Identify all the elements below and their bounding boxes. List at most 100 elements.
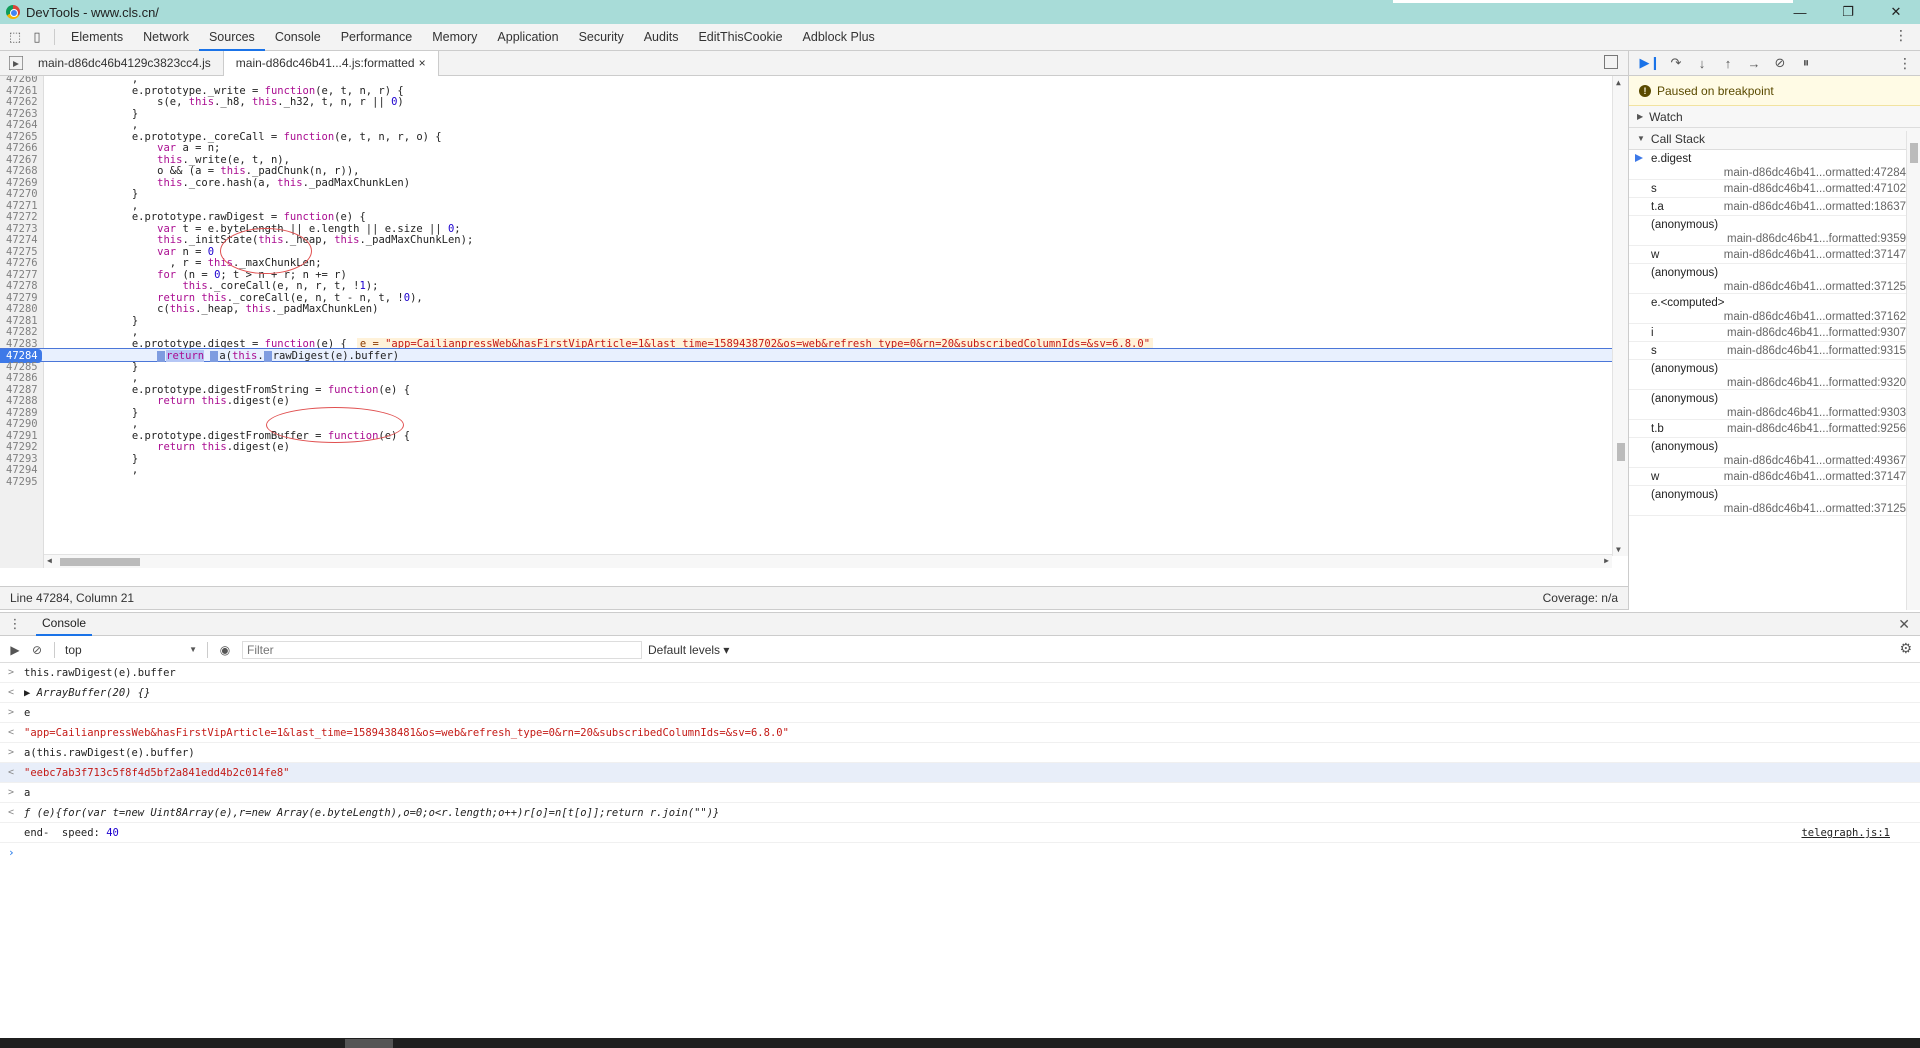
context-selector[interactable]: top ▼ xyxy=(61,641,201,659)
minimize-button[interactable]: — xyxy=(1776,0,1824,24)
editor-vscroll-thumb[interactable] xyxy=(1617,443,1625,461)
console-message-text: this.rawDigest(e).buffer xyxy=(24,667,176,679)
live-expression-eye-icon[interactable]: ◉ xyxy=(214,639,236,661)
scroll-right-icon[interactable]: ▶ xyxy=(1604,556,1609,565)
frame-function-name: e.<computed> xyxy=(1651,297,1725,309)
sidebar-vertical-scrollbar[interactable] xyxy=(1906,131,1920,610)
step-over-icon[interactable]: ↷ xyxy=(1663,52,1689,74)
console-message-text[interactable]: ▶ ArrayBuffer(20) {} xyxy=(24,687,150,699)
call-stack-frame[interactable]: (anonymous) main-d86dc46b41...ormatted:37… xyxy=(1629,486,1920,516)
call-stack-frame[interactable]: t.a main-d86dc46b41...ormatted:18637 xyxy=(1629,198,1920,216)
close-window-button[interactable]: ✕ xyxy=(1872,0,1920,24)
scroll-up-icon[interactable]: ▲ xyxy=(1616,78,1621,87)
file-tab-formatted-label: main-d86dc46b41...4.js:formatted xyxy=(235,55,415,70)
call-stack-frame[interactable]: i main-d86dc46b41...formatted:9307 xyxy=(1629,324,1920,342)
line-number[interactable]: 47295 xyxy=(0,475,40,489)
deactivate-breakpoints-icon[interactable]: ⊘ xyxy=(1767,52,1793,74)
code-editor[interactable]: 47260 , 47261 e.prototype._write = functi… xyxy=(0,76,1628,568)
devtools-main-toolbar: ⬚ ▯ Elements Network Sources Console Perform… xyxy=(0,24,1920,51)
call-stack-frame[interactable]: s main-d86dc46b41...formatted:9315 xyxy=(1629,342,1920,360)
editor-hscroll-thumb[interactable] xyxy=(60,558,140,566)
tab-elements[interactable]: Elements xyxy=(61,24,133,51)
frame-location-link[interactable]: main-d86dc46b41...formatted:9315 xyxy=(1727,345,1906,357)
navigator-toggle-icon[interactable]: ▶ xyxy=(9,56,23,70)
devtools-menu-icon[interactable]: ⋮ xyxy=(1894,27,1908,44)
pause-on-exceptions-icon[interactable]: ⏸ xyxy=(1793,52,1819,74)
file-tab-formatted[interactable]: main-d86dc46b41...4.js:formatted × xyxy=(222,50,439,76)
debugger-sidebar-toggle-icon[interactable] xyxy=(1604,55,1618,69)
frame-location-link[interactable]: main-d86dc46b41...ormatted:37147 xyxy=(1724,249,1906,261)
tab-adblock-plus[interactable]: Adblock Plus xyxy=(793,24,885,51)
step-out-icon[interactable]: ↑ xyxy=(1715,52,1741,74)
console-drawer-tab[interactable]: Console xyxy=(36,612,93,636)
frame-location-link[interactable]: main-d86dc46b41...ormatted:47102 xyxy=(1724,183,1906,195)
output-chevron-icon: < xyxy=(8,687,15,698)
tab-security[interactable]: Security xyxy=(569,24,634,51)
watch-section-header[interactable]: ▶ Watch xyxy=(1629,106,1920,128)
source-location-link[interactable]: telegraph.js:1 xyxy=(1801,823,1890,843)
frame-function-name: (anonymous) xyxy=(1651,363,1719,375)
file-tab-original[interactable]: main-d86dc46b4129c3823cc4.js xyxy=(26,51,223,76)
drawer-menu-icon[interactable]: ⋮ xyxy=(6,616,24,632)
call-stack-frame[interactable]: (anonymous) main-d86dc46b41...formatted:9… xyxy=(1629,360,1920,390)
frame-function-name: (anonymous) xyxy=(1651,489,1719,501)
gear-icon[interactable]: ⚙ xyxy=(1899,640,1912,657)
editor-horizontal-scrollbar[interactable]: ◀ ▶ xyxy=(44,554,1612,568)
step-into-icon[interactable]: ↓ xyxy=(1689,52,1715,74)
console-message-text[interactable]: ƒ (e){for(var t=new Uint8Array(e),r=new … xyxy=(24,807,719,819)
close-tab-icon[interactable]: × xyxy=(419,56,426,70)
context-value: top xyxy=(65,642,82,657)
frame-location-link[interactable]: main-d86dc46b41...ormatted:18637 xyxy=(1724,201,1906,213)
tab-performance[interactable]: Performance xyxy=(331,24,423,51)
log-levels-dropdown[interactable]: Default levels ▾ xyxy=(648,643,729,657)
tab-memory[interactable]: Memory xyxy=(422,24,487,51)
close-drawer-icon[interactable]: ✕ xyxy=(1898,616,1910,633)
frame-location-link[interactable]: main-d86dc46b41...formatted:9359 xyxy=(1727,233,1906,245)
sidebar-menu-icon[interactable]: ⋮ xyxy=(1898,55,1912,72)
device-toolbar-icon[interactable]: ▯ xyxy=(26,26,48,48)
resume-icon[interactable]: ▶❙ xyxy=(1637,52,1663,74)
clear-console-icon[interactable]: ⊘ xyxy=(26,639,48,661)
call-stack-frame[interactable]: (anonymous) main-d86dc46b41...formatted:9… xyxy=(1629,390,1920,420)
call-stack-frame[interactable]: w main-d86dc46b41...ormatted:37147 xyxy=(1629,468,1920,486)
console-message: > e xyxy=(0,703,1920,723)
call-stack-frame[interactable]: e.<computed> main-d86dc46b41...ormatted:3… xyxy=(1629,294,1920,324)
call-stack-frame[interactable]: (anonymous) main-d86dc46b41...ormatted:37… xyxy=(1629,264,1920,294)
inspect-element-icon[interactable]: ⬚ xyxy=(4,26,26,48)
scroll-down-icon[interactable]: ▼ xyxy=(1616,545,1621,554)
console-output[interactable]: > this.rawDigest(e).buffer < ▶ ArrayBuffer(… xyxy=(0,663,1920,1038)
call-stack-frame[interactable]: s main-d86dc46b41...ormatted:47102 xyxy=(1629,180,1920,198)
frame-location-link[interactable]: main-d86dc46b41...formatted:9307 xyxy=(1727,327,1906,339)
console-sidebar-toggle-icon[interactable]: ▶ xyxy=(4,639,26,661)
scroll-left-icon[interactable]: ◀ xyxy=(47,556,52,565)
frame-location-link[interactable]: main-d86dc46b41...ormatted:37162 xyxy=(1724,311,1906,323)
taskbar-item[interactable] xyxy=(345,1039,393,1048)
console-prompt[interactable]: › xyxy=(0,843,1920,863)
frame-location-link[interactable]: main-d86dc46b41...ormatted:47284 xyxy=(1724,167,1906,179)
call-stack-frame[interactable]: e.digest main-d86dc46b41...ormatted:47284 xyxy=(1629,150,1920,180)
call-stack-frame[interactable]: w main-d86dc46b41...ormatted:37147 xyxy=(1629,246,1920,264)
maximize-button[interactable]: ❐ xyxy=(1824,0,1872,24)
call-stack-frame[interactable]: (anonymous) main-d86dc46b41...ormatted:49… xyxy=(1629,438,1920,468)
call-stack-section-header[interactable]: ▼ Call Stack xyxy=(1629,128,1920,150)
call-stack-frame[interactable]: (anonymous) main-d86dc46b41...formatted:9… xyxy=(1629,216,1920,246)
tab-application[interactable]: Application xyxy=(487,24,568,51)
frame-location-link[interactable]: main-d86dc46b41...formatted:9256 xyxy=(1727,423,1906,435)
frame-location-link[interactable]: main-d86dc46b41...formatted:9320 xyxy=(1727,377,1906,389)
step-icon[interactable]: → xyxy=(1741,52,1767,74)
frame-location-link[interactable]: main-d86dc46b41...ormatted:37125 xyxy=(1724,281,1906,293)
tab-audits[interactable]: Audits xyxy=(634,24,689,51)
editor-vertical-scrollbar[interactable]: ▲ ▼ xyxy=(1612,76,1628,556)
console-filter-input[interactable] xyxy=(242,640,642,659)
frame-location-link[interactable]: main-d86dc46b41...ormatted:37125 xyxy=(1724,503,1906,515)
frame-location-link[interactable]: main-d86dc46b41...formatted:9303 xyxy=(1727,407,1906,419)
frame-location-link[interactable]: main-d86dc46b41...ormatted:49367 xyxy=(1724,455,1906,467)
tab-console[interactable]: Console xyxy=(265,24,331,51)
tab-editthiscookie[interactable]: EditThisCookie xyxy=(688,24,792,51)
call-stack-frame[interactable]: t.b main-d86dc46b41...formatted:9256 xyxy=(1629,420,1920,438)
tab-network[interactable]: Network xyxy=(133,24,199,51)
sidebar-vscroll-thumb[interactable] xyxy=(1910,143,1918,163)
coverage-status[interactable]: Coverage: n/a xyxy=(1543,591,1618,605)
frame-location-link[interactable]: main-d86dc46b41...ormatted:37147 xyxy=(1724,471,1906,483)
tab-sources[interactable]: Sources xyxy=(198,24,265,51)
